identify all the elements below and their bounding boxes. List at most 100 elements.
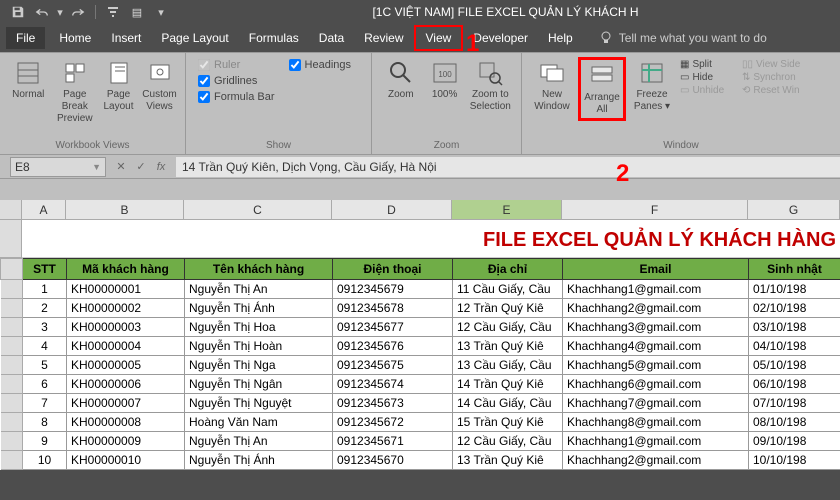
cell[interactable]: 7 — [23, 394, 67, 413]
table-row[interactable]: 4KH00000004Nguyễn Thị Hoàn091234567613 T… — [1, 337, 840, 356]
cell[interactable]: 12 Cầu Giấy, Cầu — [453, 318, 563, 337]
cell[interactable]: Nguyễn Thị Hoa — [185, 318, 333, 337]
save-icon[interactable] — [8, 3, 28, 21]
cell[interactable]: 11 Cầu Giấy, Cầu — [453, 280, 563, 299]
cell[interactable]: 0912345679 — [333, 280, 453, 299]
cell[interactable]: KH00000005 — [67, 356, 185, 375]
cell[interactable]: 4 — [23, 337, 67, 356]
cell[interactable]: 01/10/198 — [749, 280, 840, 299]
cell[interactable]: 04/10/198 — [749, 337, 840, 356]
cell[interactable]: 14 Cầu Giấy, Cầu — [453, 394, 563, 413]
cell[interactable]: 10/10/198 — [749, 451, 840, 470]
cell[interactable]: KH00000008 — [67, 413, 185, 432]
cell[interactable]: 8 — [23, 413, 67, 432]
arrange-all-button[interactable]: Arrange All — [578, 57, 626, 121]
qat-dropdown-icon[interactable]: ▾ — [56, 3, 64, 21]
name-box[interactable]: E8 ▼ — [10, 157, 106, 177]
cell[interactable]: 13 Trần Quý Kiê — [453, 337, 563, 356]
cell[interactable]: 2 — [23, 299, 67, 318]
cell[interactable]: Khachhang7@gmail.com — [563, 394, 749, 413]
tab-home[interactable]: Home — [49, 27, 101, 49]
col-header-B[interactable]: B — [66, 200, 184, 220]
cell[interactable]: 0912345673 — [333, 394, 453, 413]
col-header-E[interactable]: E — [452, 200, 562, 220]
tell-me[interactable]: Tell me what you want to do — [599, 31, 767, 45]
cell[interactable]: 05/10/198 — [749, 356, 840, 375]
row-number[interactable] — [0, 220, 22, 258]
table-row[interactable]: 5KH00000005Nguyễn Thị Nga091234567513 Cầ… — [1, 356, 840, 375]
cell[interactable]: 13 Cầu Giấy, Cầu — [453, 356, 563, 375]
cell[interactable]: KH00000001 — [67, 280, 185, 299]
cell[interactable]: 3 — [23, 318, 67, 337]
tab-formulas[interactable]: Formulas — [239, 27, 309, 49]
tab-review[interactable]: Review — [354, 27, 413, 49]
table-row[interactable]: 1KH00000001Nguyễn Thị An091234567911 Cầu… — [1, 280, 840, 299]
col-header-C[interactable]: C — [184, 200, 332, 220]
table-row[interactable]: 10KH00000010Nguyễn Thị Ánh091234567013 T… — [1, 451, 840, 470]
cell[interactable]: Khachhang4@gmail.com — [563, 337, 749, 356]
tab-insert[interactable]: Insert — [101, 27, 151, 49]
cell[interactable]: 0912345675 — [333, 356, 453, 375]
tab-help[interactable]: Help — [538, 27, 583, 49]
table-row[interactable]: 9KH00000009Nguyễn Thị An091234567112 Cầu… — [1, 432, 840, 451]
hide-button[interactable]: ▭Hide — [680, 72, 736, 83]
header-cell[interactable]: Tên khách hàng — [185, 259, 333, 280]
cancel-icon[interactable]: ✕ — [112, 158, 130, 176]
cell[interactable]: Nguyễn Thị Nga — [185, 356, 333, 375]
header-cell[interactable]: Điện thoại — [333, 259, 453, 280]
cell[interactable]: Khachhang8@gmail.com — [563, 413, 749, 432]
cell[interactable]: Nguyễn Thị Hoàn — [185, 337, 333, 356]
cell[interactable]: KH00000007 — [67, 394, 185, 413]
ruler-checkbox[interactable]: Ruler — [198, 59, 275, 71]
cell[interactable]: 5 — [23, 356, 67, 375]
table-row[interactable]: 6KH00000006Nguyễn Thị Ngân091234567414 T… — [1, 375, 840, 394]
cell[interactable]: 15 Trần Quý Kiê — [453, 413, 563, 432]
cell[interactable]: Nguyễn Thị Ngân — [185, 375, 333, 394]
cell[interactable]: KH00000009 — [67, 432, 185, 451]
col-header-F[interactable]: F — [562, 200, 748, 220]
cell[interactable]: Khachhang2@gmail.com — [563, 299, 749, 318]
cell[interactable]: 14 Trần Quý Kiê — [453, 375, 563, 394]
name-box-dropdown-icon[interactable]: ▼ — [92, 162, 101, 172]
cell[interactable]: 6 — [23, 375, 67, 394]
cell[interactable]: 10 — [23, 451, 67, 470]
cell[interactable]: 0912345677 — [333, 318, 453, 337]
undo-icon[interactable] — [32, 3, 52, 21]
page-layout-button[interactable]: Page Layout — [99, 57, 138, 115]
cell[interactable]: Nguyễn Thị An — [185, 432, 333, 451]
cell[interactable]: Khachhang1@gmail.com — [563, 280, 749, 299]
gridlines-checkbox[interactable]: Gridlines — [198, 75, 275, 87]
cell[interactable]: 0912345672 — [333, 413, 453, 432]
cell[interactable]: KH00000004 — [67, 337, 185, 356]
col-header-G[interactable]: G — [748, 200, 840, 220]
cell[interactable]: 0912345670 — [333, 451, 453, 470]
cell[interactable]: 13 Trần Quý Kiê — [453, 451, 563, 470]
cell[interactable]: KH00000006 — [67, 375, 185, 394]
header-cell[interactable]: Sinh nhật — [749, 259, 840, 280]
col-header-A[interactable]: A — [22, 200, 66, 220]
hundred-percent-button[interactable]: 100 100% — [426, 57, 464, 103]
cell[interactable]: Hoàng Văn Nam — [185, 413, 333, 432]
tab-file[interactable]: File — [6, 27, 45, 49]
cell[interactable]: KH00000010 — [67, 451, 185, 470]
custom-views-button[interactable]: Custom Views — [140, 57, 179, 115]
worksheet[interactable]: ABCDEFG FILE EXCEL QUẢN LÝ KHÁCH HÀNG ST… — [0, 200, 840, 470]
cell[interactable]: Nguyễn Thị Ánh — [185, 299, 333, 318]
cell[interactable]: 0912345678 — [333, 299, 453, 318]
cell[interactable]: Khachhang1@gmail.com — [563, 432, 749, 451]
cell[interactable]: Khachhang3@gmail.com — [563, 318, 749, 337]
cell[interactable]: KH00000003 — [67, 318, 185, 337]
cell[interactable]: 0912345671 — [333, 432, 453, 451]
formula-input[interactable]: 14 Trần Quý Kiên, Dịch Vọng, Cầu Giấy, H… — [176, 157, 840, 177]
headings-checkbox[interactable]: Headings — [289, 59, 351, 71]
unhide-button[interactable]: ▭Unhide — [680, 85, 736, 96]
cell[interactable]: 02/10/198 — [749, 299, 840, 318]
cell[interactable]: 0912345674 — [333, 375, 453, 394]
cell[interactable]: Nguyễn Thị An — [185, 280, 333, 299]
split-button[interactable]: ▦Split — [680, 59, 736, 70]
tab-data[interactable]: Data — [309, 27, 354, 49]
new-window-button[interactable]: New Window — [528, 57, 576, 115]
zoom-button[interactable]: Zoom — [378, 57, 424, 103]
cell[interactable]: 07/10/198 — [749, 394, 840, 413]
cell[interactable]: Khachhang2@gmail.com — [563, 451, 749, 470]
